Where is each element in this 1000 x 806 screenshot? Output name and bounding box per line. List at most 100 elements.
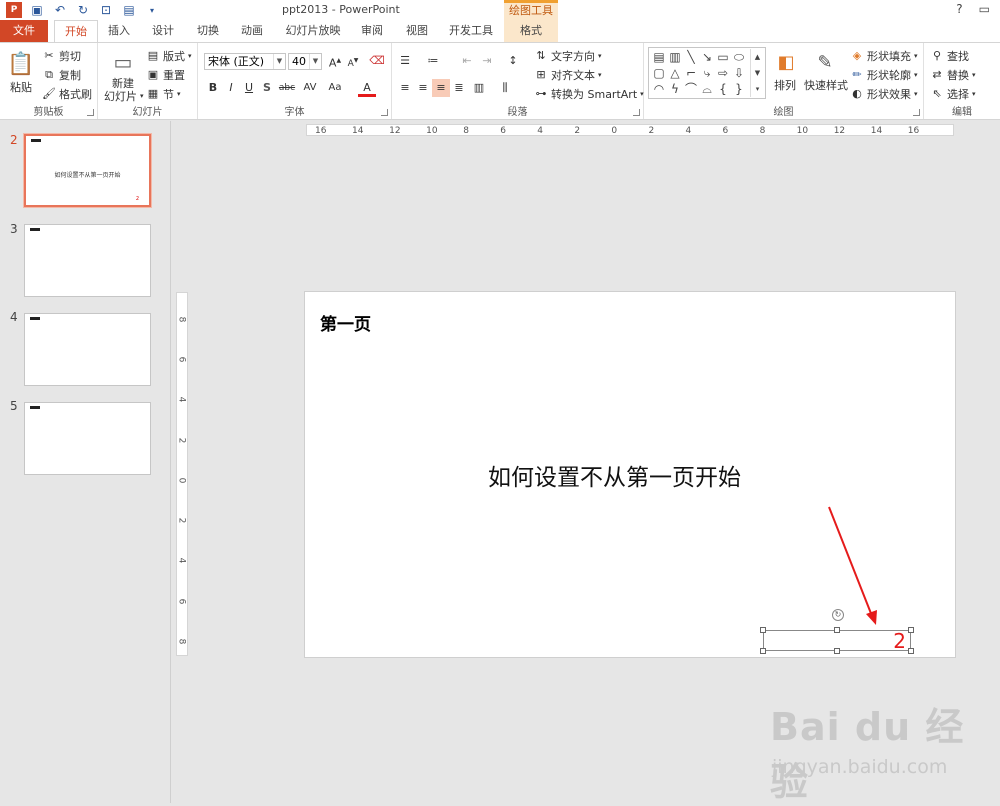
- elbow-connector-shape-icon[interactable]: ⌐: [683, 65, 699, 81]
- right-brace-shape-icon[interactable]: }: [731, 81, 747, 97]
- tab-review[interactable]: 审阅: [353, 20, 391, 42]
- underline-button[interactable]: U: [240, 79, 258, 97]
- bullets-icon[interactable]: ☰: [396, 52, 414, 70]
- text-direction-button[interactable]: ⇅ 文字方向 ▾: [534, 48, 601, 64]
- bold-button[interactable]: B: [204, 79, 222, 97]
- tab-view[interactable]: 视图: [398, 20, 436, 42]
- help-icon[interactable]: ?: [956, 2, 962, 16]
- slide-number-text[interactable]: 2: [893, 631, 906, 651]
- font-name-select[interactable]: 宋体 (正文) ▼: [204, 53, 286, 70]
- shape-outline-button[interactable]: ✏ 形状轮廓 ▾: [850, 67, 917, 83]
- italic-button[interactable]: I: [222, 79, 240, 97]
- rotate-handle-icon[interactable]: ↻: [832, 609, 844, 621]
- replace-button[interactable]: ⇄ 替换 ▾: [930, 67, 975, 83]
- slide-number-placeholder[interactable]: 2: [760, 627, 914, 654]
- format-painter-button[interactable]: 🖌 格式刷: [42, 86, 92, 102]
- tab-file[interactable]: 文件: [0, 20, 48, 42]
- save-as-icon[interactable]: ▤: [121, 2, 137, 18]
- tab-transitions[interactable]: 切换: [189, 20, 227, 42]
- reset-button[interactable]: ▣ 重置: [146, 67, 185, 83]
- arrange-icon[interactable]: ◧: [771, 47, 801, 77]
- align-text-button[interactable]: ⊞ 对齐文本 ▾: [534, 67, 601, 83]
- tab-design[interactable]: 设计: [144, 20, 182, 42]
- slide-title[interactable]: 第一页: [320, 310, 371, 335]
- slide-thumbnail[interactable]: [24, 224, 151, 297]
- undo-icon[interactable]: ↶: [52, 2, 68, 18]
- quick-styles-icon[interactable]: ✎: [810, 47, 840, 77]
- distribute-icon[interactable]: ▥: [470, 79, 488, 97]
- shape-fill-button[interactable]: ◈ 形状填充 ▾: [850, 48, 918, 64]
- grow-font-icon[interactable]: A▲: [326, 52, 344, 70]
- align-right-icon[interactable]: ≡: [432, 79, 450, 97]
- tab-format[interactable]: 格式: [504, 20, 558, 42]
- shape-effects-button[interactable]: ◐ 形状效果 ▾: [850, 86, 917, 102]
- find-button[interactable]: ⚲ 查找: [930, 48, 969, 64]
- new-slide-icon[interactable]: ▭: [108, 47, 138, 77]
- convert-smartart-button[interactable]: ⊶ 转换为 SmartArt ▾: [534, 86, 644, 102]
- resize-handle[interactable]: [834, 627, 840, 633]
- line-shape-icon[interactable]: ╲: [683, 49, 699, 65]
- tab-animations[interactable]: 动画: [233, 20, 271, 42]
- numbering-icon[interactable]: ≔: [424, 52, 442, 70]
- font-color-button[interactable]: A: [358, 79, 376, 97]
- gallery-scroll-icon[interactable]: ▲ ▼ ▾: [750, 49, 764, 97]
- shapes-gallery[interactable]: ▤ ▥ ╲ ↘ ▭ ⬭ ▢ △ ⌐ ⤷ ⇨ ⇩ ◠ ϟ ⌒ ⌓ { } ▲ ▼ ▾: [648, 47, 766, 99]
- clear-format-icon[interactable]: ⌫: [368, 52, 386, 70]
- ribbon-display-options-icon[interactable]: ▭: [979, 2, 990, 16]
- slide-thumbnail[interactable]: [24, 313, 151, 386]
- slide-thumbnail-panel[interactable]: 2 如何设置不从第一页开始 2 3 4 5: [0, 121, 171, 803]
- resize-handle[interactable]: [760, 627, 766, 633]
- cut-button[interactable]: ✂ 剪切: [42, 48, 81, 64]
- copy-button[interactable]: ⧉ 复制: [42, 67, 81, 83]
- curve-shape-icon[interactable]: ⌒: [683, 81, 699, 97]
- clipboard-launcher[interactable]: [87, 109, 94, 116]
- right-arrow-shape-icon[interactable]: ⇨: [715, 65, 731, 81]
- font-size-select[interactable]: 40 ▼: [288, 53, 322, 70]
- decrease-indent-icon[interactable]: ⇤: [458, 52, 476, 70]
- rectangle-shape-icon[interactable]: ▭: [715, 49, 731, 65]
- resize-handle[interactable]: [834, 648, 840, 654]
- tab-slideshow[interactable]: 幻灯片放映: [280, 20, 346, 42]
- change-case-button[interactable]: Aa: [324, 79, 346, 97]
- justify-icon[interactable]: ≣: [450, 79, 468, 97]
- save-icon[interactable]: ▣: [29, 2, 45, 18]
- paste-icon[interactable]: 📋: [6, 49, 36, 79]
- arc-shape-icon[interactable]: ⌓: [699, 81, 715, 97]
- triangle-shape-icon[interactable]: △: [667, 65, 683, 81]
- vertical-textbox-shape-icon[interactable]: ▥: [667, 49, 683, 65]
- layout-button[interactable]: ▤ 版式 ▾: [146, 48, 192, 64]
- slide-canvas[interactable]: 第一页 如何设置不从第一页开始 ↻ 2: [304, 291, 956, 658]
- quick-styles-button[interactable]: 快速样式: [804, 77, 848, 93]
- elbow-arrow-shape-icon[interactable]: ⤷: [699, 65, 715, 81]
- tab-insert[interactable]: 插入: [100, 20, 138, 42]
- start-slideshow-icon[interactable]: ⊡: [98, 2, 114, 18]
- paste-button[interactable]: 粘贴: [10, 79, 32, 95]
- qat-customize-icon[interactable]: ▾: [144, 2, 160, 18]
- drawing-launcher[interactable]: [913, 109, 920, 116]
- slide-body-text[interactable]: 如何设置不从第一页开始: [488, 458, 741, 492]
- select-button[interactable]: ⇖ 选择 ▾: [930, 86, 975, 102]
- redo-icon[interactable]: ↻: [75, 2, 91, 18]
- tab-home[interactable]: 开始: [54, 20, 98, 43]
- section-button[interactable]: ▦ 节 ▾: [146, 86, 181, 102]
- tab-developer[interactable]: 开发工具: [443, 20, 499, 42]
- resize-handle[interactable]: [908, 648, 914, 654]
- resize-handle[interactable]: [908, 627, 914, 633]
- down-arrow-shape-icon[interactable]: ⇩: [731, 65, 747, 81]
- oval-shape-icon[interactable]: ⬭: [731, 49, 747, 65]
- paragraph-launcher[interactable]: [633, 109, 640, 116]
- increase-indent-icon[interactable]: ⇥: [478, 52, 496, 70]
- strikethrough-button[interactable]: abc: [276, 79, 298, 97]
- rounded-rect-shape-icon[interactable]: ▢: [651, 65, 667, 81]
- line-spacing-icon[interactable]: ↕: [504, 52, 522, 70]
- align-left-icon[interactable]: ≡: [396, 79, 414, 97]
- left-brace-shape-icon[interactable]: {: [715, 81, 731, 97]
- new-slide-dropdown-icon[interactable]: ▾: [140, 92, 144, 100]
- text-shadow-button[interactable]: S: [258, 79, 276, 97]
- arrow-line-shape-icon[interactable]: ↘: [699, 49, 715, 65]
- columns-icon[interactable]: ⫼: [496, 79, 514, 97]
- arrange-button[interactable]: 排列: [774, 77, 796, 93]
- textbox-shape-icon[interactable]: ▤: [651, 49, 667, 65]
- align-center-icon[interactable]: ≡: [414, 79, 432, 97]
- slide-thumbnail[interactable]: [24, 402, 151, 475]
